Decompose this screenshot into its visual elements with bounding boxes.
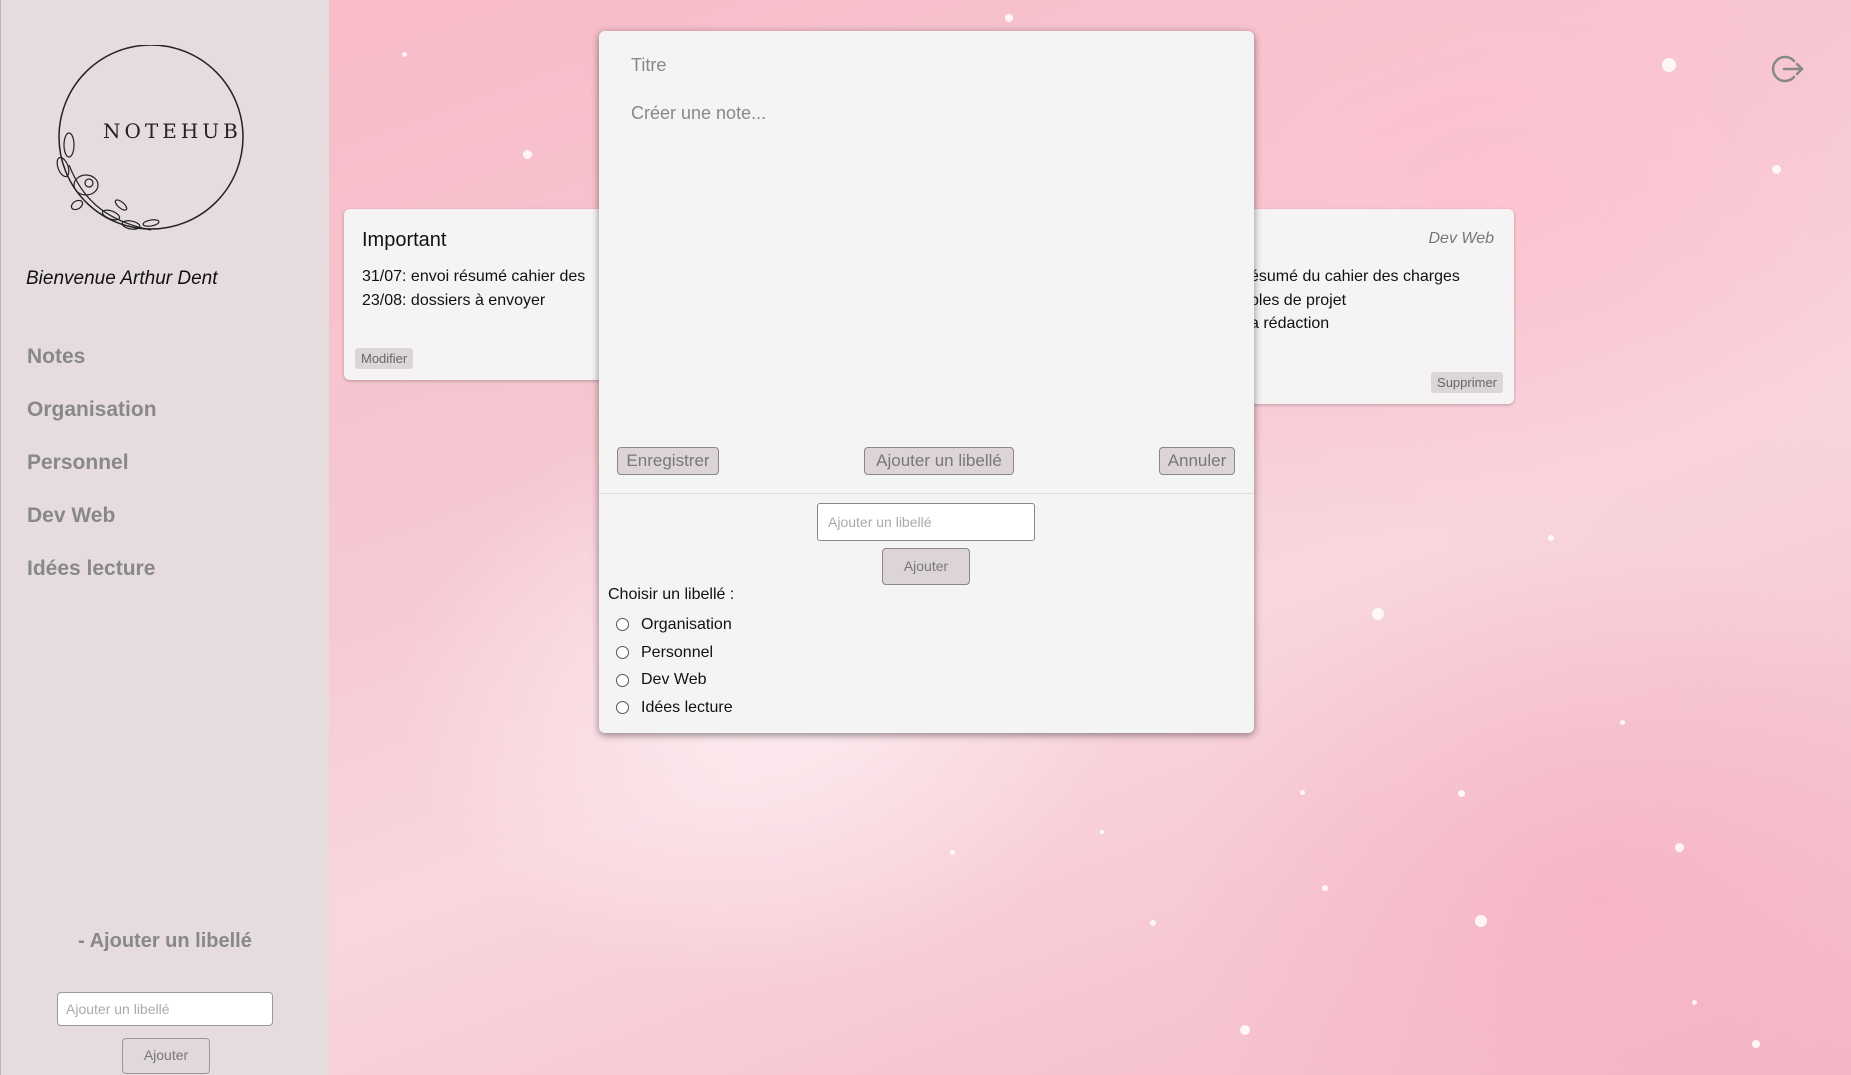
note-label: Dev Web	[1428, 230, 1494, 247]
sidebar-item-organisation[interactable]: Organisation	[27, 393, 157, 446]
note-body-textarea[interactable]	[629, 101, 1223, 425]
label-add-button[interactable]: Ajouter	[882, 548, 970, 585]
note-body: ésumé du cahier des charges bles de proj…	[1250, 268, 1460, 332]
radio-icon[interactable]	[616, 618, 629, 632]
note-card-important[interactable]: Important 31/07: envoi résumé cahier des…	[344, 209, 634, 380]
delete-button[interactable]: Supprimer	[1431, 372, 1503, 393]
add-label-heading: - Ajouter un libellé	[78, 930, 252, 952]
choose-label-heading: Choisir un libellé :	[608, 586, 735, 603]
sidebar-item-notes[interactable]: Notes	[27, 340, 157, 393]
radio-option-personnel[interactable]: Personnel	[616, 639, 733, 667]
sidebar-add-button[interactable]: Ajouter	[122, 1038, 210, 1074]
radio-label: Dev Web	[641, 671, 707, 689]
radio-icon[interactable]	[616, 673, 629, 687]
radio-icon[interactable]	[616, 646, 629, 660]
radio-label: Organisation	[641, 615, 732, 633]
radio-icon[interactable]	[616, 701, 629, 715]
sidebar-nav: Notes Organisation Personnel Dev Web Idé…	[27, 340, 157, 605]
divider	[599, 493, 1254, 494]
sidebar: NOTEHUB Bienvenue Arthur Dent Notes Orga…	[0, 0, 329, 1075]
note-title: Important	[362, 229, 447, 251]
edit-button[interactable]: Modifier	[355, 348, 414, 369]
label-radio-group: Organisation Personnel Dev Web Idées lec…	[616, 611, 733, 722]
sidebar-label-input[interactable]	[57, 992, 273, 1026]
radio-option-dev-web[interactable]: Dev Web	[616, 666, 733, 694]
label-input[interactable]	[817, 503, 1035, 541]
logo: NOTEHUB	[51, 44, 251, 245]
radio-label: Idées lecture	[641, 698, 733, 716]
radio-option-organisation[interactable]: Organisation	[616, 611, 733, 639]
save-button[interactable]: Enregistrer	[617, 447, 719, 475]
logo-text: NOTEHUB	[103, 119, 242, 143]
note-body: 31/07: envoi résumé cahier des 23/08: do…	[362, 268, 586, 309]
note-editor-modal: Enregistrer Ajouter un libellé Annuler A…	[599, 31, 1254, 733]
radio-option-idees-lecture[interactable]: Idées lecture	[616, 694, 733, 722]
note-card-dev-web[interactable]: Dev Web ésumé du cahier des charges bles…	[1230, 209, 1514, 404]
sidebar-item-idees-lecture[interactable]: Idées lecture	[27, 552, 157, 605]
logo-wreath-icon	[56, 44, 244, 231]
sidebar-item-dev-web[interactable]: Dev Web	[27, 499, 157, 552]
logout-icon[interactable]	[1770, 52, 1804, 86]
sidebar-item-personnel[interactable]: Personnel	[27, 446, 157, 499]
welcome-text: Bienvenue Arthur Dent	[26, 268, 218, 289]
cancel-button[interactable]: Annuler	[1159, 447, 1235, 475]
add-label-button[interactable]: Ajouter un libellé	[864, 447, 1014, 475]
note-title-input[interactable]	[629, 49, 1223, 81]
radio-label: Personnel	[641, 643, 714, 661]
